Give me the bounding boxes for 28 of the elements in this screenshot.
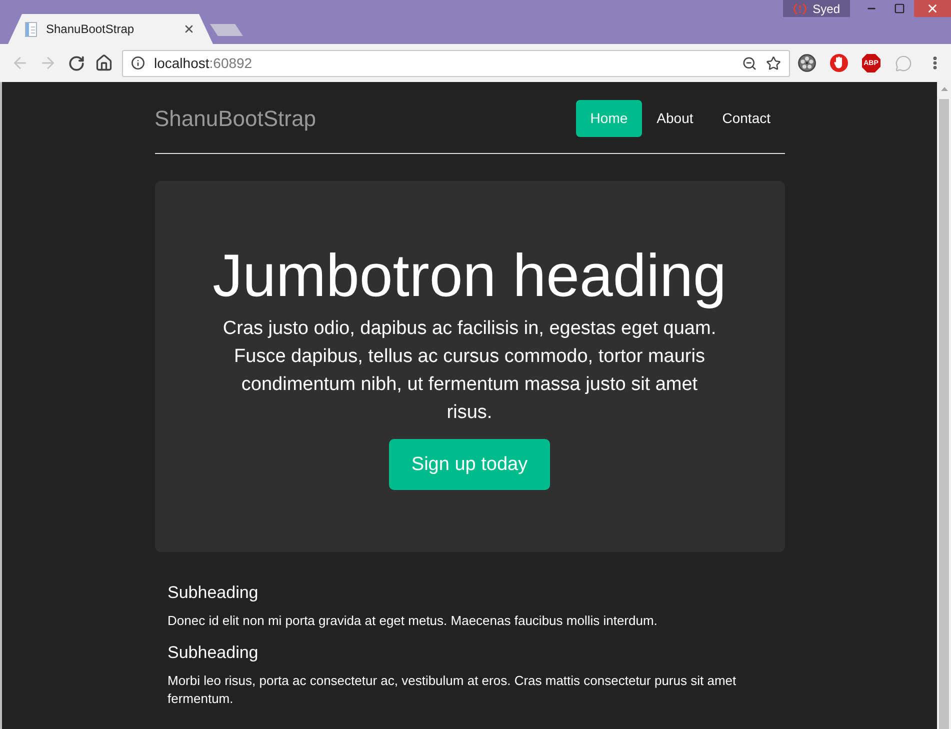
paragraph-text: Morbi leo risus, porta ac consectetur ac, vestibulum at eros. Cras mattis consectetur purus sit amet fermentum.: [168, 672, 738, 708]
brand-link[interactable]: ShanuBootStrap: [154, 106, 316, 132]
bookmark-star-icon[interactable]: [766, 56, 781, 70]
nav-link[interactable]: Contact: [708, 100, 784, 137]
close-icon[interactable]: [183, 23, 195, 35]
film-reel-icon[interactable]: [798, 54, 816, 72]
address-bar[interactable]: localhost:60892: [122, 50, 790, 76]
jumbotron-heading: Jumbotron heading: [212, 243, 726, 309]
subheading: Subheading: [168, 582, 260, 604]
url-text: localhost:60892: [154, 55, 254, 71]
hand-icon[interactable]: [830, 54, 848, 72]
zoom-out-icon[interactable]: [742, 56, 757, 70]
page-icon: [25, 22, 37, 36]
scrollbar-track[interactable]: [937, 82, 951, 729]
subheading: Subheading: [168, 642, 260, 664]
alert-icon: [792, 2, 807, 14]
home-icon[interactable]: [95, 54, 113, 72]
close-icon: [926, 2, 939, 15]
nav-link[interactable]: About: [642, 100, 708, 137]
paragraph-text: Donec id elit non mi porta gravida at eget metus. Maecenas faucibus mollis interdum.: [168, 612, 658, 630]
lead-text: Cras justo odio, dapibus ac facilisis in, egestas eget quam. Fusce dapibus, tellus ac cursus commodo, tortor mauris condimentum nibh, ut fermentum massa justo sit amet risus.: [222, 317, 718, 425]
close-button[interactable]: [914, 0, 951, 17]
reload-icon[interactable]: [68, 54, 84, 72]
browser-tab[interactable]: ShanuBootStrap: [8, 14, 213, 44]
scrollbar-thumb[interactable]: [939, 99, 949, 729]
info-icon[interactable]: [131, 56, 145, 70]
profile-button[interactable]: Syed: [782, 0, 850, 17]
maximize-icon: [894, 3, 905, 14]
